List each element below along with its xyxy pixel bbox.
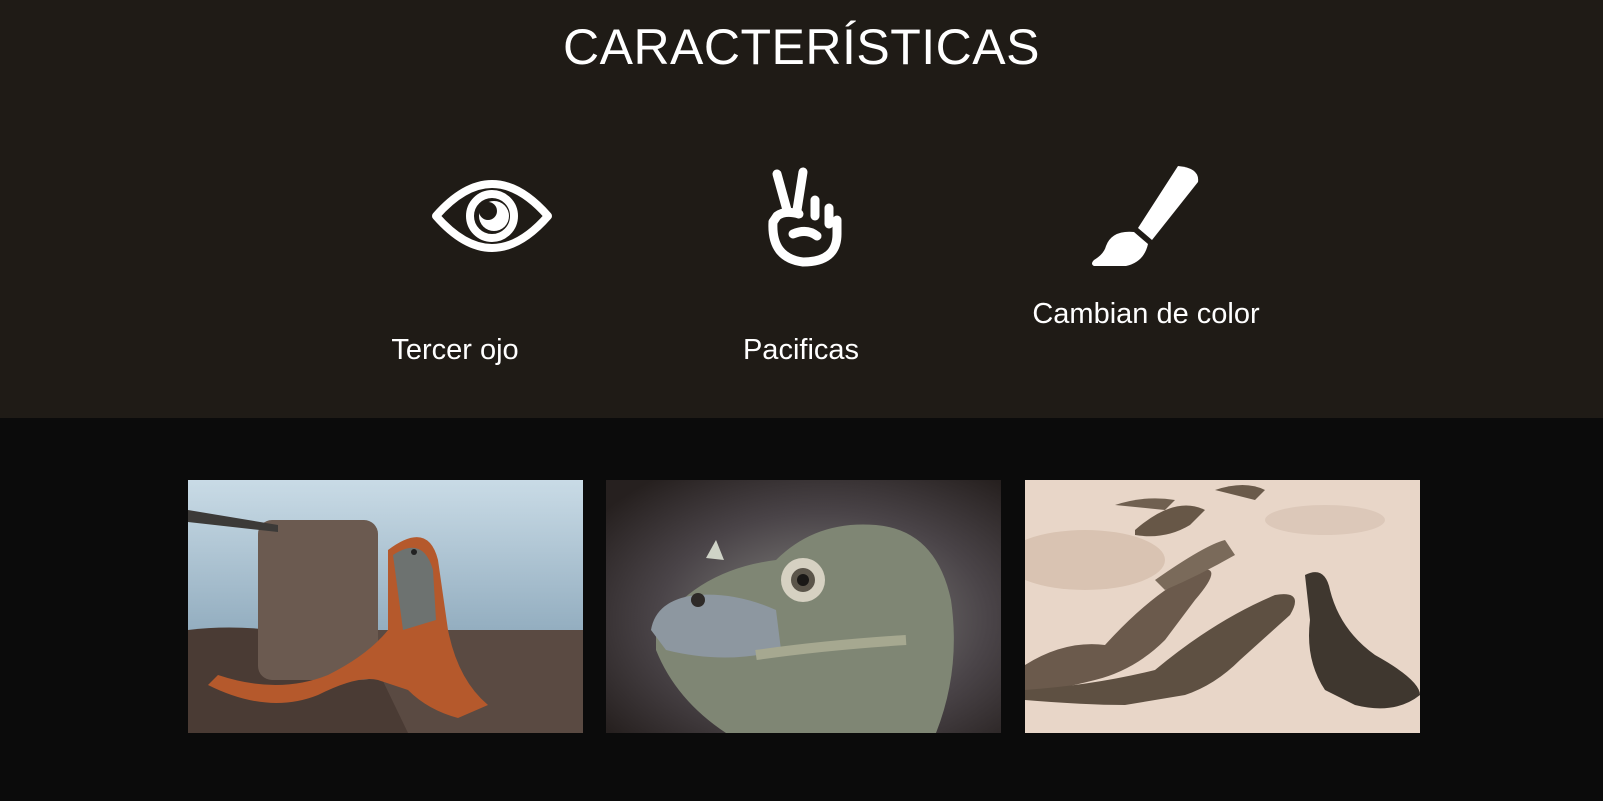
iguanas-on-sand-photo[interactable] xyxy=(1025,480,1420,733)
iguana-head-closeup-photo[interactable] xyxy=(606,480,1001,733)
feature-pacificas: Pacificas xyxy=(681,0,921,418)
paint-brush-icon xyxy=(1092,166,1199,266)
peace-hand-icon xyxy=(768,167,842,267)
feature-cambian-de-color: Cambian de color xyxy=(1026,0,1266,418)
feature-tercer-ojo: Tercer ojo xyxy=(335,0,575,418)
features-section: CARACTERÍSTICAS Tercer ojo Pacificas Cam… xyxy=(0,0,1603,418)
eye-icon xyxy=(432,180,552,252)
orange-iguana-photo[interactable] xyxy=(188,480,583,733)
feature-label: Cambian de color xyxy=(1032,298,1260,330)
feature-label: Tercer ojo xyxy=(391,334,519,366)
feature-label: Pacificas xyxy=(742,334,860,366)
gallery-section xyxy=(0,418,1603,801)
